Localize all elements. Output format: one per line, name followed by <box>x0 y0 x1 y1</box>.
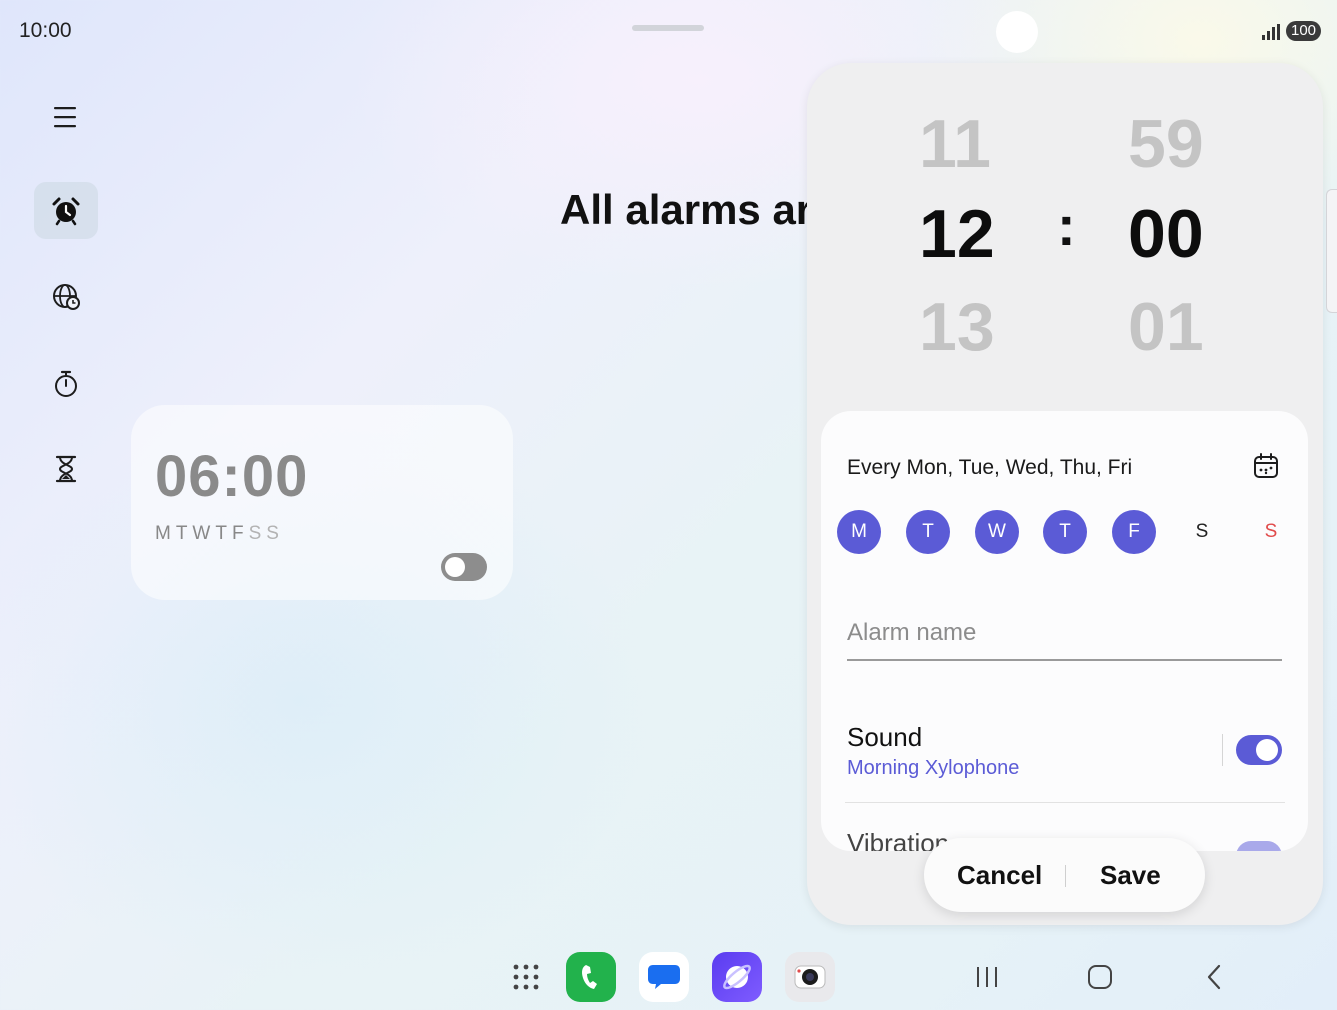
day-toggle-thu[interactable]: T <box>1043 510 1087 554</box>
sound-label[interactable]: Sound <box>847 722 922 753</box>
alarm-repeat-days: MTWTFSS <box>155 523 284 545</box>
vibration-label[interactable]: Vibration <box>847 828 949 851</box>
status-time: 10:00 <box>19 19 72 42</box>
hour-next[interactable]: 13 <box>919 288 995 366</box>
time-separator: : <box>1057 194 1076 257</box>
phone-app-icon <box>582 965 597 989</box>
day-toggle-wed[interactable]: W <box>975 510 1019 554</box>
menu-button[interactable] <box>34 88 98 145</box>
day-toggle-tue[interactable]: T <box>906 510 950 554</box>
sound-value[interactable]: Morning Xylophone <box>847 757 1019 780</box>
repeat-summary: Every Mon, Tue, Wed, Thu, Fri <box>847 456 1133 479</box>
camera-app-icon <box>794 965 826 989</box>
minute-next[interactable]: 01 <box>1128 288 1204 366</box>
stopwatch-icon <box>55 370 77 397</box>
toggle-knob <box>1256 739 1278 761</box>
internet-app[interactable] <box>712 952 762 1002</box>
divider <box>1222 734 1223 766</box>
alarm-name-input[interactable] <box>847 607 1282 661</box>
front-camera-cutout <box>996 11 1038 53</box>
nav-world-clock[interactable] <box>34 268 98 325</box>
globe-clock-icon <box>53 283 80 310</box>
day-toggle-fri[interactable]: F <box>1112 510 1156 554</box>
alarm-card[interactable]: 06:00 MTWTFSS <box>131 405 513 600</box>
toggle-knob <box>445 557 465 577</box>
minute-selected[interactable]: 00 <box>1128 195 1204 273</box>
side-panel-handle[interactable] <box>1326 189 1337 313</box>
cancel-button[interactable]: Cancel <box>957 838 1042 912</box>
day-toggle-mon[interactable]: M <box>837 510 881 554</box>
hourglass-icon <box>55 455 77 482</box>
alarm-toggle[interactable] <box>441 553 487 581</box>
alarm-time: 06:00 <box>155 444 309 509</box>
alarm-weekend-days: SS <box>248 523 284 544</box>
hour-selected[interactable]: 12 <box>919 195 995 273</box>
home-button[interactable] <box>1080 962 1120 992</box>
divider <box>1065 865 1066 887</box>
back-icon <box>1207 964 1221 990</box>
action-bar: Cancel Save <box>924 838 1205 912</box>
nav-stopwatch[interactable] <box>34 355 98 412</box>
hamburger-menu-icon <box>54 106 76 127</box>
recent-apps-button[interactable] <box>967 962 1007 992</box>
camera-app[interactable] <box>785 952 835 1002</box>
save-button[interactable]: Save <box>1100 838 1161 912</box>
signal-icon <box>1262 24 1280 40</box>
phone-app[interactable] <box>566 952 616 1002</box>
battery-indicator: 100 <box>1286 21 1321 41</box>
divider <box>845 802 1285 803</box>
recent-apps-icon <box>977 967 997 987</box>
edit-alarm-panel: 11 12 13 : 59 00 01 Every Mon, Tue, Wed,… <box>807 63 1323 925</box>
alarm-weekdays: MTWTF <box>155 523 249 544</box>
internet-app-icon <box>723 964 751 990</box>
nav-alarm[interactable] <box>34 182 98 239</box>
day-toggle-sat[interactable]: S <box>1180 510 1224 554</box>
day-toggle-sun[interactable]: S <box>1249 510 1293 554</box>
page-title: All alarms ar <box>560 186 813 233</box>
alarm-settings-card: Every Mon, Tue, Wed, Thu, Fri M T W T F … <box>821 411 1308 851</box>
hour-prev[interactable]: 11 <box>919 105 991 183</box>
calendar-icon[interactable] <box>1253 453 1279 479</box>
vibration-toggle[interactable] <box>1236 841 1282 851</box>
home-icon <box>1088 965 1112 989</box>
nav-timer[interactable] <box>34 440 98 497</box>
messages-app-icon <box>648 965 680 989</box>
minute-prev[interactable]: 59 <box>1128 105 1204 183</box>
top-drag-handle[interactable] <box>632 25 704 31</box>
sound-toggle[interactable] <box>1236 735 1282 765</box>
back-button[interactable] <box>1194 962 1234 992</box>
apps-grid-button[interactable] <box>501 952 551 1002</box>
alarm-clock-icon <box>52 197 80 225</box>
messages-app[interactable] <box>639 952 689 1002</box>
apps-grid-icon <box>513 964 539 990</box>
